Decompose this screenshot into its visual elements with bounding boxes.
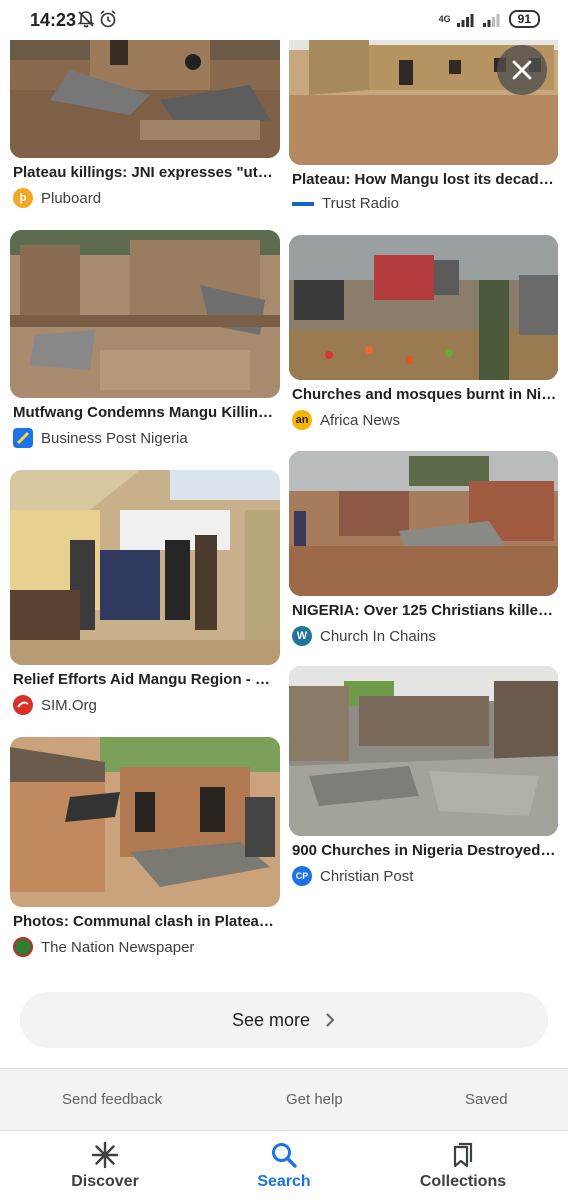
result-card[interactable]: 900 Churches in Nigeria Destroyed ... CP…: [289, 666, 558, 896]
collections-bookmark-icon: [453, 1142, 473, 1168]
discover-asterisk-icon: [91, 1141, 119, 1169]
source-name: The Nation Newspaper: [41, 938, 195, 956]
result-title[interactable]: Plateau: How Mangu lost its decade...: [292, 171, 557, 188]
signal-strength-sim2-icon: [482, 14, 500, 27]
nav-search[interactable]: Search: [219, 1141, 349, 1191]
source-name: SIM.Org: [41, 696, 97, 714]
result-card[interactable]: Photos: Communal clash in Plateau ... Th…: [10, 737, 280, 967]
result-source[interactable]: Trust Radio: [292, 195, 399, 212]
source-name: Christian Post: [320, 867, 414, 885]
result-thumbnail[interactable]: [10, 230, 280, 398]
business-post-logo-icon: [13, 428, 33, 448]
get-help-link[interactable]: Get help: [286, 1091, 343, 1108]
result-source[interactable]: Business Post Nigeria: [13, 428, 188, 448]
result-source[interactable]: W Church In Chains: [292, 626, 436, 646]
nav-search-label: Search: [257, 1173, 311, 1190]
result-card[interactable]: NIGERIA: Over 125 Christians killed i...…: [289, 451, 558, 656]
result-title[interactable]: Relief Efforts Aid Mangu Region - SI...: [13, 671, 278, 688]
result-title[interactable]: Mutfwang Condemns Mangu Killing...: [13, 404, 278, 421]
see-more-label: See more: [231, 1009, 311, 1030]
footer-links: Send feedback Get help Saved: [0, 1068, 568, 1130]
nav-collections[interactable]: Collections: [398, 1141, 528, 1191]
sim-logo-icon: [13, 695, 33, 715]
nav-collections-label: Collections: [419, 1173, 507, 1190]
result-source[interactable]: an Africa News: [292, 410, 400, 430]
source-name: Business Post Nigeria: [41, 429, 188, 447]
source-name: Pluboard: [41, 189, 102, 207]
battery-indicator: 91: [508, 10, 540, 28]
result-title[interactable]: 900 Churches in Nigeria Destroyed ...: [292, 842, 557, 859]
result-source[interactable]: þ Pluboard: [13, 188, 101, 208]
status-time: 14:23: [30, 10, 77, 30]
the-nation-logo-icon: [13, 937, 33, 957]
nav-discover[interactable]: Discover: [40, 1141, 170, 1191]
alarm-icon: [100, 10, 116, 28]
source-name: Trust Radio: [322, 195, 399, 212]
notifications-off-icon: [77, 11, 95, 28]
result-thumbnail[interactable]: [10, 737, 280, 907]
saved-link[interactable]: Saved: [465, 1091, 508, 1108]
pluboard-logo-icon: þ: [13, 188, 33, 208]
chevron-right-icon: [326, 1013, 335, 1027]
nav-discover-label: Discover: [71, 1173, 139, 1190]
bottom-navigation: Discover Search Collections: [0, 1130, 568, 1200]
status-bar: 14:23 4G 91: [0, 0, 568, 40]
result-source[interactable]: SIM.Org: [13, 695, 97, 715]
result-thumbnail[interactable]: [10, 470, 280, 665]
trust-radio-logo-icon: [292, 198, 314, 209]
close-icon: [512, 60, 532, 80]
source-name: Church In Chains: [320, 627, 436, 645]
search-icon: [272, 1143, 297, 1168]
africa-news-logo-icon: an: [292, 410, 312, 430]
result-card[interactable]: Churches and mosques burnt in Nig... an …: [289, 235, 558, 440]
result-title[interactable]: NIGERIA: Over 125 Christians killed i...: [292, 602, 557, 619]
result-title[interactable]: Churches and mosques burnt in Nig...: [292, 386, 557, 403]
close-button[interactable]: [497, 45, 547, 95]
network-type-label: 4G: [438, 13, 451, 24]
image-results-grid: Plateau killings: JNI expresses "utm... …: [0, 0, 568, 980]
result-card[interactable]: Mutfwang Condemns Mangu Killing... Busin…: [10, 230, 280, 455]
result-card[interactable]: Relief Efforts Aid Mangu Region - SI... …: [10, 470, 280, 720]
result-thumbnail[interactable]: [289, 451, 558, 596]
status-indicators: 4G 91: [439, 10, 540, 28]
result-thumbnail[interactable]: [289, 235, 558, 380]
wordpress-logo-icon: W: [292, 626, 312, 646]
result-thumbnail[interactable]: [289, 666, 558, 836]
result-title[interactable]: Plateau killings: JNI expresses "utm...: [13, 164, 278, 181]
result-source[interactable]: The Nation Newspaper: [13, 937, 194, 957]
see-more-button[interactable]: See more: [20, 992, 548, 1048]
result-source[interactable]: CP Christian Post: [292, 866, 413, 886]
send-feedback-link[interactable]: Send feedback: [62, 1091, 162, 1108]
christian-post-logo-icon: CP: [292, 866, 312, 886]
signal-strength-icon: [456, 14, 474, 27]
result-title[interactable]: Photos: Communal clash in Plateau ...: [13, 913, 278, 930]
source-name: Africa News: [320, 411, 401, 429]
